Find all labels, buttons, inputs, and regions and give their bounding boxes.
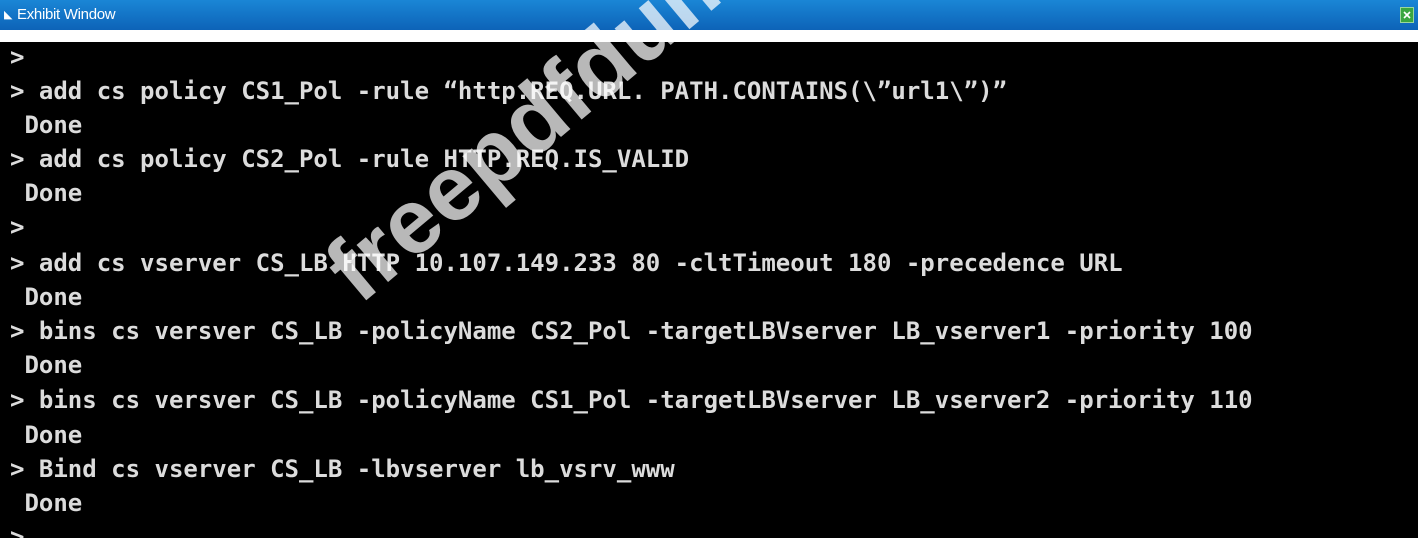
console-line: Done — [10, 179, 83, 207]
console-line: > add cs policy CS2_Pol -rule HTTP.REQ.I… — [10, 145, 690, 173]
console-line: > add cs policy CS1_Pol -rule “http.REQ.… — [10, 77, 1007, 105]
exhibit-window: ◣ Exhibit Window > > add cs policy CS1_Po… — [0, 0, 1418, 538]
console-line: > add cs vserver CS_LB HTTP 10.107.149.2… — [10, 249, 1123, 277]
console-line: Done — [10, 489, 83, 517]
console-line: > bins cs versver CS_LB -policyName CS2_… — [10, 317, 1253, 345]
close-button[interactable] — [1400, 7, 1414, 23]
close-icon — [1401, 8, 1413, 22]
console-output[interactable]: > > add cs policy CS1_Pol -rule “http.RE… — [0, 42, 1418, 538]
console-line: > bins cs versver CS_LB -policyName CS1_… — [10, 386, 1253, 414]
title-bar: ◣ Exhibit Window — [0, 0, 1418, 30]
window-title: Exhibit Window — [17, 6, 116, 24]
console-line: > — [10, 213, 25, 241]
exhibit-window-icon: ◣ — [4, 9, 13, 22]
title-divider — [0, 30, 1418, 42]
console-line: > — [10, 43, 25, 71]
console-line: > — [10, 523, 25, 538]
console-line: Done — [10, 283, 83, 311]
console-line: Done — [10, 421, 83, 449]
console-line: Done — [10, 111, 83, 139]
console-line: Done — [10, 351, 83, 379]
console-line: > Bind cs vserver CS_LB -lbvserver lb_vs… — [10, 455, 675, 483]
